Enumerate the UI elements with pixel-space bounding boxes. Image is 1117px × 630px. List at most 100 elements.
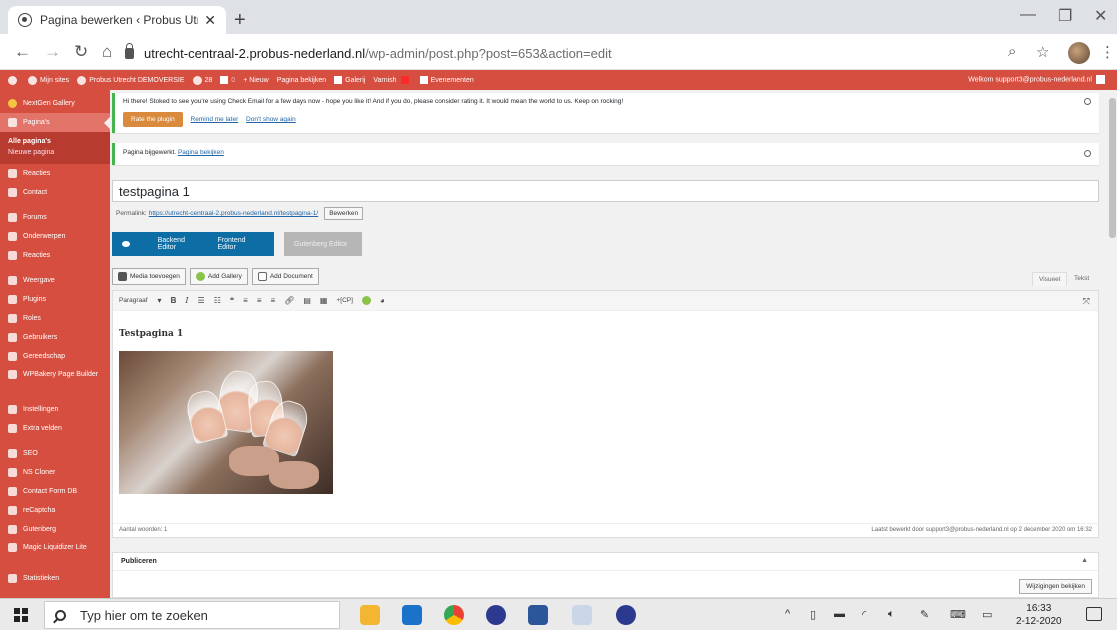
volume-icon[interactable]: 🔈︎ [888,608,895,621]
gallery-icon[interactable] [361,296,371,305]
sidebar-item-ns-cloner[interactable]: NS Cloner [0,463,110,482]
wifi-icon[interactable]: ◜ [862,608,866,621]
sidebar-item-cfdb[interactable]: Contact Form DB [0,482,110,501]
profile-avatar[interactable] [1068,42,1090,64]
close-tab-icon[interactable]: ✕ [204,12,216,29]
add-gallery-button[interactable]: Add Gallery [189,268,248,285]
file-explorer-icon[interactable] [360,605,380,625]
tray-up-arrow-icon[interactable]: ^ [785,608,790,620]
windows-start-icon[interactable] [14,608,28,622]
post-title-input[interactable]: testpagina 1 [112,180,1099,202]
submenu-new-page[interactable]: Nieuwe pagina [0,147,110,158]
sidebar-item-users[interactable]: Gebruikers [0,328,110,347]
view-page-link[interactable]: Pagina bekijken [178,149,224,156]
sidebar-item-seo[interactable]: SEO [0,444,110,463]
window-close-icon[interactable]: ✕ [1094,6,1107,26]
adminbar-gallery[interactable]: Galerij [334,76,365,84]
sidebar-item-stats[interactable]: Statistieken [0,569,110,588]
sidebar-item-replies[interactable]: Reacties [0,246,110,265]
quote-icon[interactable]: ❝ [230,296,234,305]
sidebar-item-custom-fields[interactable]: Extra velden [0,419,110,438]
content-editor[interactable]: Paragraaf ▾ B I ☰ ☷ ❝ ≡ ≡ ≡ 🔗︎ ▤ ▦ +[CP]… [112,290,1099,538]
scroll-thumb[interactable] [1109,98,1116,238]
format-select[interactable]: Paragraaf [119,297,148,304]
sidebar-item-topics[interactable]: Onderwerpen [0,227,110,246]
sidebar-item-forums[interactable]: Forums [0,208,110,227]
fullscreen-icon[interactable]: ⤧ [1083,296,1090,307]
sidebar-item-pages[interactable]: Pagina's [0,113,110,132]
zoom-icon[interactable]: ⌕ [1008,43,1016,60]
edit-permalink-button[interactable]: Bewerken [324,207,364,220]
taskbar-search[interactable]: Typ hier om te zoeken [44,601,340,629]
collapse-arrow-icon[interactable]: ▲ [1081,557,1088,564]
monitor-icon[interactable]: ▭ [982,608,992,621]
cp-button[interactable]: +[CP] [336,297,352,304]
new-tab-icon[interactable]: + [234,9,246,32]
frontend-editor-button[interactable]: Frontend Editor [218,237,265,251]
bullet-list-icon[interactable]: ☰ [198,296,205,305]
keyboard-icon[interactable]: ⌨ [950,608,966,621]
back-icon[interactable]: ← [14,42,31,62]
sidebar-item-wpbakery[interactable]: WPBakery Page Builder [0,366,110,396]
tray-phone-icon[interactable]: ▯ [810,608,816,621]
dont-show-link[interactable]: Don't show again [246,116,296,123]
sidebar-item-contact[interactable]: Contact [0,183,110,202]
toolbar-toggle-icon[interactable]: ▦ [320,296,328,305]
sidebar-item-magic-liquidizer[interactable]: Magic Liquidizer Lite [0,539,110,569]
italic-icon[interactable]: I [185,296,188,305]
sidebar-item-gutenberg[interactable]: Gutenberg [0,520,110,539]
adminbar-welcome[interactable]: Welkom support3@probus-nederland.nl [968,75,1105,84]
submenu-all-pages[interactable]: Alle pagina's [0,136,110,147]
sidebar-item-comments[interactable]: Reacties [0,164,110,183]
numbered-list-icon[interactable]: ☷ [214,296,221,305]
notifications-icon[interactable] [1086,607,1102,621]
permalink-url[interactable]: https://utrecht-centraal-2.probus-nederl… [149,210,318,217]
adminbar-view-page[interactable]: Pagina bekijken [277,77,326,84]
sidebar-item-plugins[interactable]: Plugins [0,290,110,309]
wp-logo-icon[interactable] [8,75,20,85]
add-document-button[interactable]: Add Document [251,268,319,285]
probus-app-icon[interactable] [486,605,506,625]
bold-icon[interactable]: B [171,296,177,305]
adminbar-events[interactable]: Evenementen [419,76,474,84]
chrome-icon[interactable] [444,605,464,625]
menu-dots-icon[interactable]: ⋮ [1100,43,1115,61]
rate-plugin-button[interactable]: Rate the plugin [123,112,183,127]
browser-tab[interactable]: Pagina bewerken ‹ Probus Utrecht ✕ [8,6,226,34]
tab-text[interactable]: Tekst [1068,272,1095,285]
reload-icon[interactable]: ↻ [74,42,88,62]
adminbar-site-name[interactable]: Probus Utrecht DEMOVERSIE [77,75,185,85]
bookmark-star-icon[interactable]: ☆ [1036,43,1049,61]
backend-editor-button[interactable]: Backend Editor Frontend Editor [112,232,274,256]
gutenberg-editor-button[interactable]: Gutenberg Editor [284,232,362,256]
home-icon[interactable]: ⌂ [102,42,112,62]
preview-changes-button[interactable]: Wijzigingen bekijken [1019,579,1092,594]
pie-icon[interactable]: ◕ [380,296,385,305]
taskbar-clock[interactable]: 16:33 2-12-2020 [1016,602,1062,628]
probus-app-2-icon[interactable] [616,605,636,625]
align-center-icon[interactable]: ≡ [257,296,262,305]
read-more-icon[interactable]: ▤ [303,296,311,305]
adminbar-comments[interactable]: 0 [220,76,235,84]
sidebar-item-nextgen[interactable]: NextGen Gallery [0,94,110,113]
add-media-button[interactable]: Media toevoegen [112,268,186,285]
paint-icon[interactable] [572,605,592,625]
sidebar-item-appearance[interactable]: Weergave [0,271,110,290]
align-right-icon[interactable]: ≡ [271,296,276,305]
minimize-icon[interactable]: — [1020,6,1036,24]
outlook-icon[interactable] [402,605,422,625]
sidebar-item-settings[interactable]: Instellingen [0,400,110,419]
tray-battery-icon[interactable]: ▬ [834,608,845,620]
dismiss-icon[interactable] [1084,150,1091,157]
pen-icon[interactable]: ✎ [920,608,929,621]
restore-icon[interactable]: ❐ [1058,6,1072,26]
adminbar-my-sites[interactable]: Mijn sites [28,75,69,85]
wine-glasses-image[interactable] [119,351,333,494]
adminbar-new[interactable]: + Nieuw [243,77,268,84]
dropdown-arrow-icon[interactable]: ▾ [158,296,162,305]
remind-later-link[interactable]: Remind me later [191,116,239,123]
adminbar-varnish[interactable]: Varnish [373,76,411,84]
page-scrollbar[interactable] [1108,90,1117,598]
align-left-icon[interactable]: ≡ [243,296,248,305]
url-input[interactable]: utrecht-centraal-2.probus-nederland.nl/w… [125,42,985,64]
